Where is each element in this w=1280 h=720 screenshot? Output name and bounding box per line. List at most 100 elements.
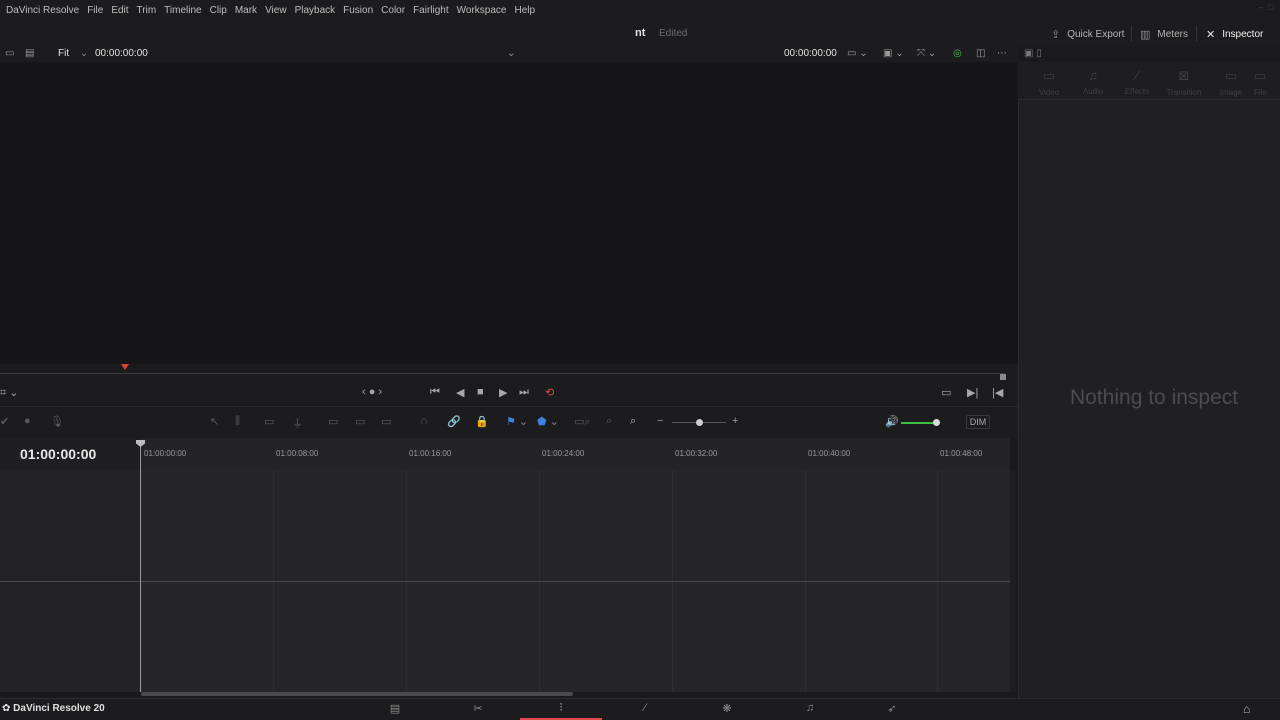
flag-icon[interactable]: ⚑ ⌄ — [506, 415, 528, 428]
menu-timeline[interactable]: Timeline — [164, 5, 201, 16]
color-page-icon[interactable]: ❋ — [717, 702, 737, 715]
track-divider[interactable] — [0, 581, 1014, 582]
chevron-down-icon[interactable]: ⌄ — [507, 48, 515, 59]
fairlight-page-icon[interactable]: ♫ — [800, 702, 820, 714]
edit-page-icon[interactable]: ⫶ — [551, 702, 571, 715]
single-viewer-icon[interactable]: ▭ — [5, 48, 14, 59]
zoom-custom-icon[interactable]: ⌕ — [630, 415, 636, 428]
blade-tool-icon[interactable]: ⏚ — [292, 415, 303, 431]
transform-icon[interactable]: ⤧ ⌄ — [917, 48, 936, 59]
dim-button[interactable]: DIM — [966, 415, 990, 429]
lock-icon[interactable]: 🔒 — [475, 415, 489, 428]
menu-clip[interactable]: Clip — [210, 5, 227, 16]
image-icon: ▭ — [1224, 68, 1238, 83]
menu-workspace[interactable]: Workspace — [457, 5, 507, 16]
menu-davinci-resolve[interactable]: DaVinci Resolve — [6, 5, 79, 16]
speaker-icon[interactable]: 🔊 — [885, 415, 899, 428]
window-controls[interactable]: – □ — [1259, 2, 1274, 12]
selection-tool-icon[interactable]: ↖ — [210, 415, 219, 428]
play-icon[interactable]: ▶ — [499, 386, 507, 399]
snapping-icon[interactable]: ∩ — [420, 415, 428, 427]
viewer-overlay-icon[interactable]: ▣ ⌄ — [883, 48, 904, 59]
zoom-full-icon[interactable]: ▭⌕ — [574, 415, 591, 429]
menu-trim[interactable]: Trim — [137, 5, 157, 16]
source-timecode: 00:00:00:00 — [95, 48, 148, 59]
project-name: nt — [635, 27, 646, 39]
zoom-detail-icon[interactable]: ⌕ — [606, 415, 612, 428]
menu-mark[interactable]: Mark — [235, 5, 257, 16]
menu-edit[interactable]: Edit — [111, 5, 128, 16]
volume-slider-handle[interactable] — [933, 419, 940, 426]
play-reverse-icon[interactable]: ◀ — [456, 386, 464, 399]
ruler-tick-label: 01:00:00:00 — [144, 449, 187, 458]
menu-color[interactable]: Color — [381, 5, 405, 16]
file-icon: ▭ — [1254, 68, 1267, 83]
dynamic-trim-icon[interactable]: ▭ — [264, 415, 274, 428]
quick-export-button[interactable]: ⇪ Quick Export — [1051, 27, 1124, 41]
timeline-playhead-line[interactable] — [140, 446, 141, 692]
ruler-tick-label: 01:00:08:00 — [276, 449, 319, 458]
viewer-playhead[interactable] — [121, 364, 129, 370]
menu-fairlight[interactable]: Fairlight — [413, 5, 449, 16]
zoom-in-icon[interactable]: + — [732, 415, 738, 427]
go-to-start-icon[interactable]: ⏮ — [430, 386, 440, 399]
layout-icon[interactable]: ◫ — [976, 48, 985, 59]
previous-frame-icon[interactable]: |◀ — [992, 386, 1003, 399]
scrubber-end-marker — [1000, 374, 1006, 380]
menu-view[interactable]: View — [265, 5, 287, 16]
overwrite-clip-icon[interactable]: ▭ — [355, 415, 365, 428]
export-icon: ⇪ — [1051, 28, 1061, 41]
zoom-slider-handle[interactable] — [696, 419, 703, 426]
next-frame-icon[interactable]: ▶| — [967, 386, 978, 399]
tab-audio[interactable]: ♫ Audio — [1073, 68, 1113, 96]
tab-transition[interactable]: ⊠ Transition — [1164, 68, 1204, 97]
menu-fusion[interactable]: Fusion — [343, 5, 373, 16]
menu-help[interactable]: Help — [514, 5, 535, 16]
fullscreen-icon[interactable]: ▭ — [941, 386, 951, 399]
menu-chevron-icon[interactable]: ⌗ ⌄ — [0, 386, 18, 400]
replace-clip-icon[interactable]: ▭ — [381, 415, 391, 428]
microphone-icon[interactable]: 🎙 — [50, 415, 64, 428]
zoom-out-icon[interactable]: − — [657, 415, 663, 427]
cut-page-icon[interactable]: ✂ — [468, 702, 488, 715]
trim-tool-icon[interactable]: ⫼ — [235, 415, 240, 428]
go-to-end-icon[interactable]: ⏭ — [519, 386, 529, 399]
inspector-button[interactable]: ✕ Inspector — [1206, 27, 1263, 41]
link-icon[interactable]: 🔗 — [447, 415, 461, 428]
zoom-select[interactable]: Fit ⌄ — [58, 48, 88, 59]
tab-image[interactable]: ▭ Image — [1211, 68, 1251, 97]
resolve-logo-icon: ✿ — [2, 703, 11, 714]
color-icon[interactable]: ◎ — [953, 48, 962, 59]
scrubber-bar[interactable] — [0, 364, 1018, 384]
fusion-page-icon[interactable]: ⁄ — [635, 702, 655, 714]
timeline-horizontal-scrollbar[interactable] — [141, 692, 573, 696]
loop-icon[interactable]: ⟲ — [545, 386, 554, 399]
home-icon[interactable]: ⌂ — [1243, 702, 1250, 716]
tab-video[interactable]: ▭ Video — [1029, 68, 1069, 97]
transport-bar — [0, 384, 1018, 406]
timeline-vertical-scrollbar[interactable] — [1010, 470, 1016, 692]
viewer-canvas[interactable] — [0, 62, 1018, 364]
marker-icon[interactable]: ⬟ ⌄ — [537, 415, 559, 428]
inspector-empty-message: Nothing to inspect — [1070, 386, 1239, 409]
zoom-value: Fit — [58, 48, 70, 59]
tab-effects[interactable]: ⁄ Effects — [1117, 68, 1157, 96]
menu-file[interactable]: File — [87, 5, 103, 16]
more-options-icon[interactable]: ⋯ — [997, 48, 1007, 59]
insert-clip-icon[interactable]: ▭ — [328, 415, 338, 428]
inspector-layout-icon[interactable]: ▣ ▯ — [1024, 48, 1042, 59]
safe-area-icon[interactable]: ▭ ⌄ — [847, 48, 868, 59]
snap-check-icon[interactable]: ✔ — [0, 415, 9, 428]
menu-playback[interactable]: Playback — [295, 5, 336, 16]
media-page-icon[interactable]: ▤ — [385, 702, 405, 715]
dual-viewer-icon[interactable]: ▤ — [25, 48, 34, 59]
tab-file[interactable]: ▭ File — [1254, 68, 1280, 97]
timeline-timecode[interactable]: 01:00:00:00 — [20, 446, 96, 462]
record-icon[interactable]: ● — [24, 415, 31, 427]
jog-control[interactable]: ‹ ● › — [362, 386, 382, 398]
meters-button[interactable]: ▥ Meters — [1140, 27, 1188, 41]
volume-slider-track[interactable] — [901, 422, 937, 424]
meters-label: Meters — [1157, 28, 1188, 40]
stop-icon[interactable]: ■ — [477, 386, 484, 398]
deliver-page-icon[interactable]: ➶ — [882, 702, 902, 715]
